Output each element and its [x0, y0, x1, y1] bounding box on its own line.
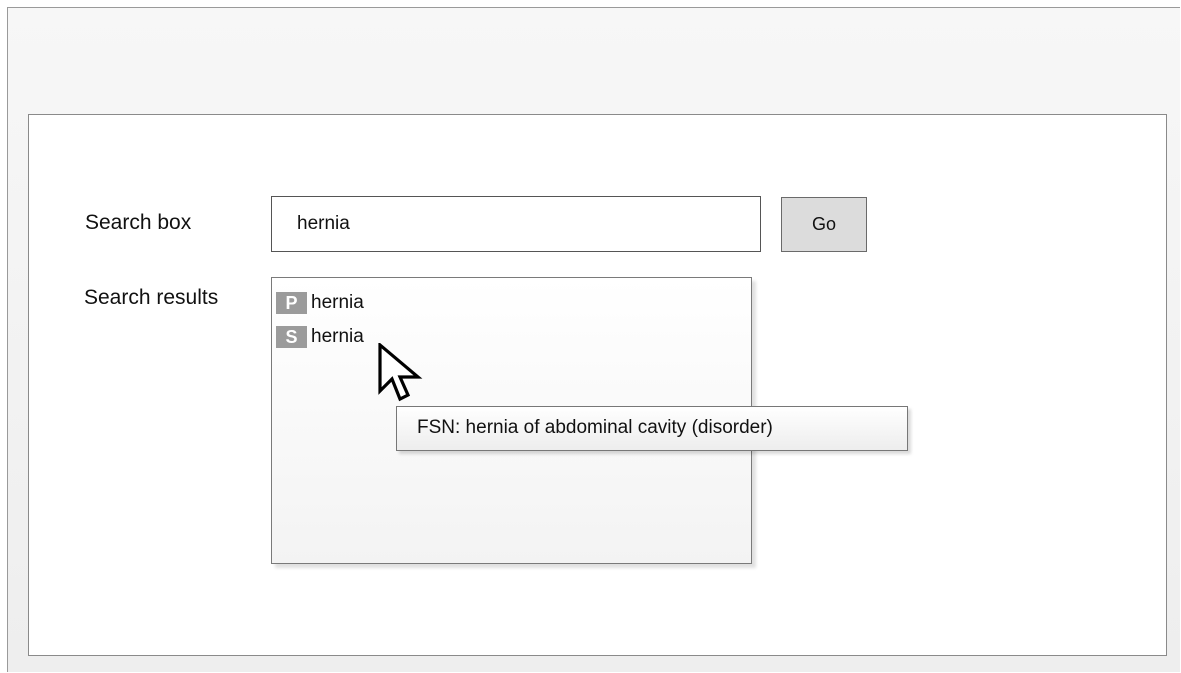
synonym-term-badge: S [276, 326, 307, 348]
mouse-pointer-icon [378, 343, 423, 402]
search-box-label: Search box [85, 211, 192, 234]
result-term-text: hernia [311, 292, 364, 313]
search-input[interactable] [271, 196, 761, 252]
list-item-synonym[interactable]: S hernia [276, 326, 364, 348]
list-item-preferred[interactable]: P hernia [276, 292, 364, 314]
go-button[interactable]: Go [781, 197, 867, 252]
search-results-label: Search results [84, 286, 219, 309]
result-term-text: hernia [311, 326, 364, 347]
preferred-term-badge: P [276, 292, 307, 314]
result-tooltip: FSN: hernia of abdominal cavity (disorde… [396, 406, 908, 451]
